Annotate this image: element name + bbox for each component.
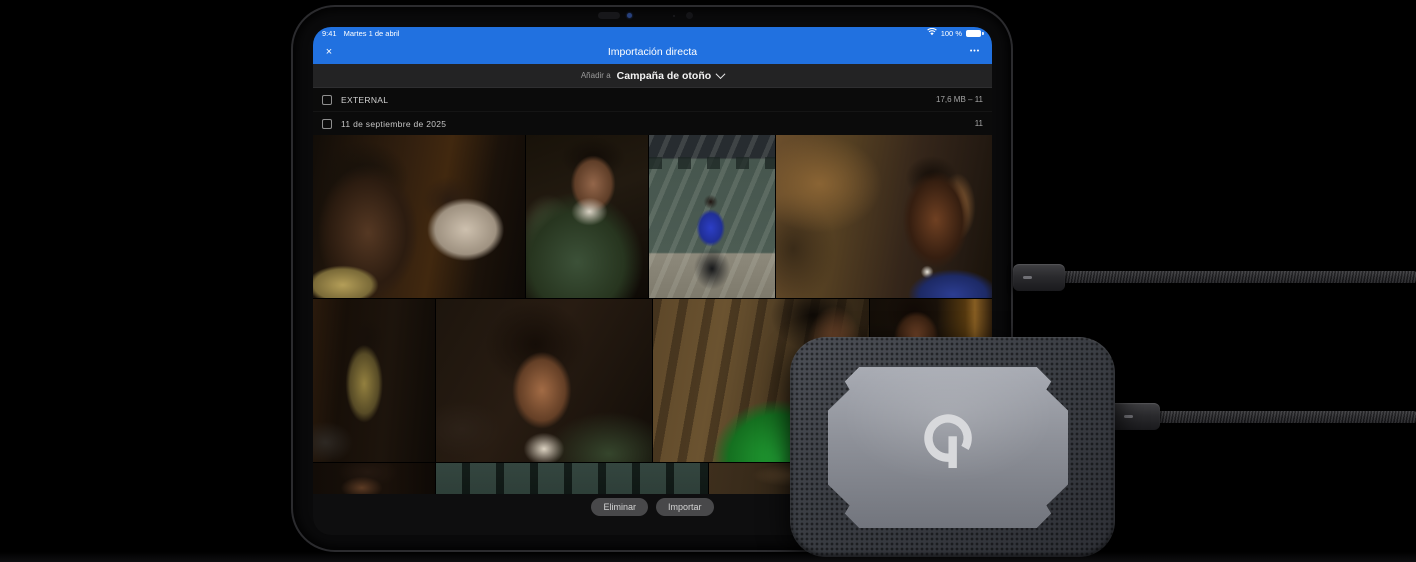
drive-metal-plate: [828, 367, 1068, 528]
wifi-icon: [926, 27, 937, 40]
collection-selector[interactable]: Campaña de otoño: [616, 69, 726, 82]
photo-thumbnail[interactable]: [649, 135, 775, 298]
photo-thumbnail[interactable]: [313, 135, 525, 298]
photo-thumbnail[interactable]: [436, 463, 708, 494]
usb-connector-marking-icon: [1023, 276, 1032, 279]
collection-name: Campaña de otoño: [616, 69, 712, 82]
date-group-label: 11 de septiembre de 2025: [341, 118, 447, 129]
external-ssd-drive: [790, 337, 1115, 557]
source-label: EXTERNAL: [341, 94, 389, 105]
source-size-count: 17,6 MB – 11: [936, 95, 983, 104]
usb-c-plug-ipad: [1013, 264, 1065, 291]
more-options-button[interactable]: •••: [963, 40, 987, 64]
delete-button[interactable]: Eliminar: [591, 498, 648, 516]
usb-connector-marking-icon: [1124, 415, 1133, 418]
status-time: 9:41: [322, 29, 337, 38]
close-button[interactable]: ×: [318, 40, 340, 64]
import-button[interactable]: Importar: [656, 498, 714, 516]
camera-sensor-icon: [686, 12, 693, 19]
usb-cable-to-drive: [1156, 411, 1416, 423]
photo-thumbnail[interactable]: [313, 463, 435, 494]
usb-cable-to-ipad: [1062, 271, 1416, 283]
title-bar: × Importación directa •••: [313, 40, 992, 64]
source-row-date: 11 de septiembre de 2025 11: [313, 112, 992, 136]
photo-thumbnail[interactable]: [436, 299, 652, 462]
usb-c-plug-drive: [1108, 403, 1160, 430]
chevron-down-icon: [715, 69, 726, 80]
front-camera-module: [598, 12, 620, 19]
date-group-count: 11: [974, 119, 983, 128]
status-date: Martes 1 de abril: [343, 29, 400, 38]
scene: 9:41 Martes 1 de abril 100 % × Importaci…: [0, 0, 1416, 562]
source-row-external: EXTERNAL 17,6 MB – 11: [313, 88, 992, 112]
date-group-checkbox[interactable]: [322, 118, 332, 129]
g-drive-logo-icon: [920, 411, 976, 478]
battery-percent: 100 %: [940, 29, 962, 38]
add-to-label: Añadir a: [580, 71, 611, 80]
floor-reflection: [0, 552, 1416, 562]
front-camera-lens-icon: [627, 13, 632, 18]
photo-thumbnail[interactable]: [526, 135, 648, 298]
status-bar: 9:41 Martes 1 de abril 100 %: [313, 27, 992, 40]
add-to-bar: Añadir a Campaña de otoño: [313, 64, 992, 88]
photo-thumbnail[interactable]: [313, 299, 435, 462]
camera-sensor-dot: [673, 15, 675, 17]
page-title: Importación directa: [607, 46, 698, 58]
battery-icon: [966, 30, 984, 37]
photo-thumbnail[interactable]: [776, 135, 992, 298]
external-checkbox[interactable]: [322, 94, 332, 105]
